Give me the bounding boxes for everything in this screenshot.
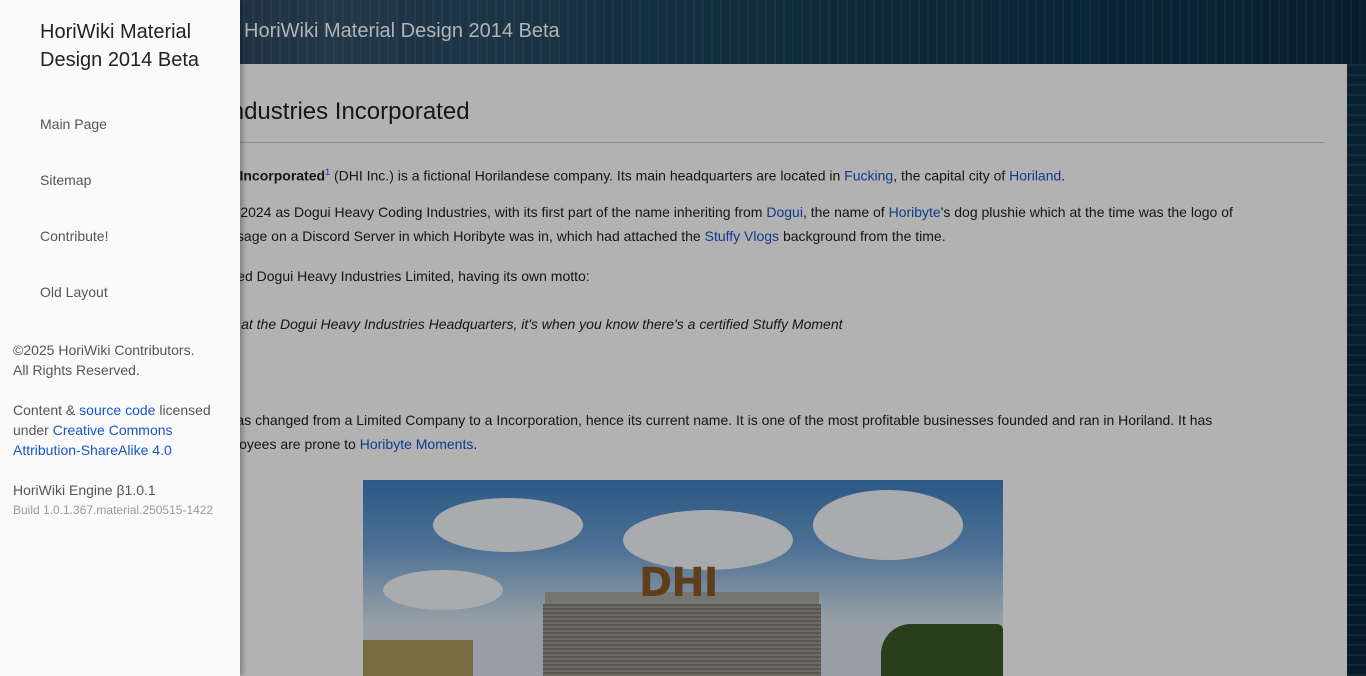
copyright-notice: ©2025 HoriWiki Contributors. All Rights … (13, 340, 233, 380)
nav-item-old-layout[interactable]: Old Layout (40, 284, 108, 300)
engine-version: HoriWiki Engine β1.0.1 (13, 482, 156, 498)
nav-item-sitemap[interactable]: Sitemap (40, 172, 91, 188)
build-number: Build 1.0.1.367.material.250515-1422 (13, 503, 214, 517)
source-code-link[interactable]: source code (79, 402, 155, 418)
navigation-drawer: HoriWiki Material Design 2014 Beta Main … (0, 0, 240, 676)
drawer-title: HoriWiki Material Design 2014 Beta (40, 21, 200, 71)
copyright-line: ©2025 HoriWiki Contributors. (13, 342, 195, 358)
license-notice: Content & source code licensed under Cre… (13, 400, 233, 460)
nav-item-contribute[interactable]: Contribute! (40, 228, 108, 244)
nav-item-main-page[interactable]: Main Page (40, 116, 107, 132)
license-text: Content & (13, 402, 80, 418)
copyright-line: All Rights Reserved. (13, 362, 140, 378)
